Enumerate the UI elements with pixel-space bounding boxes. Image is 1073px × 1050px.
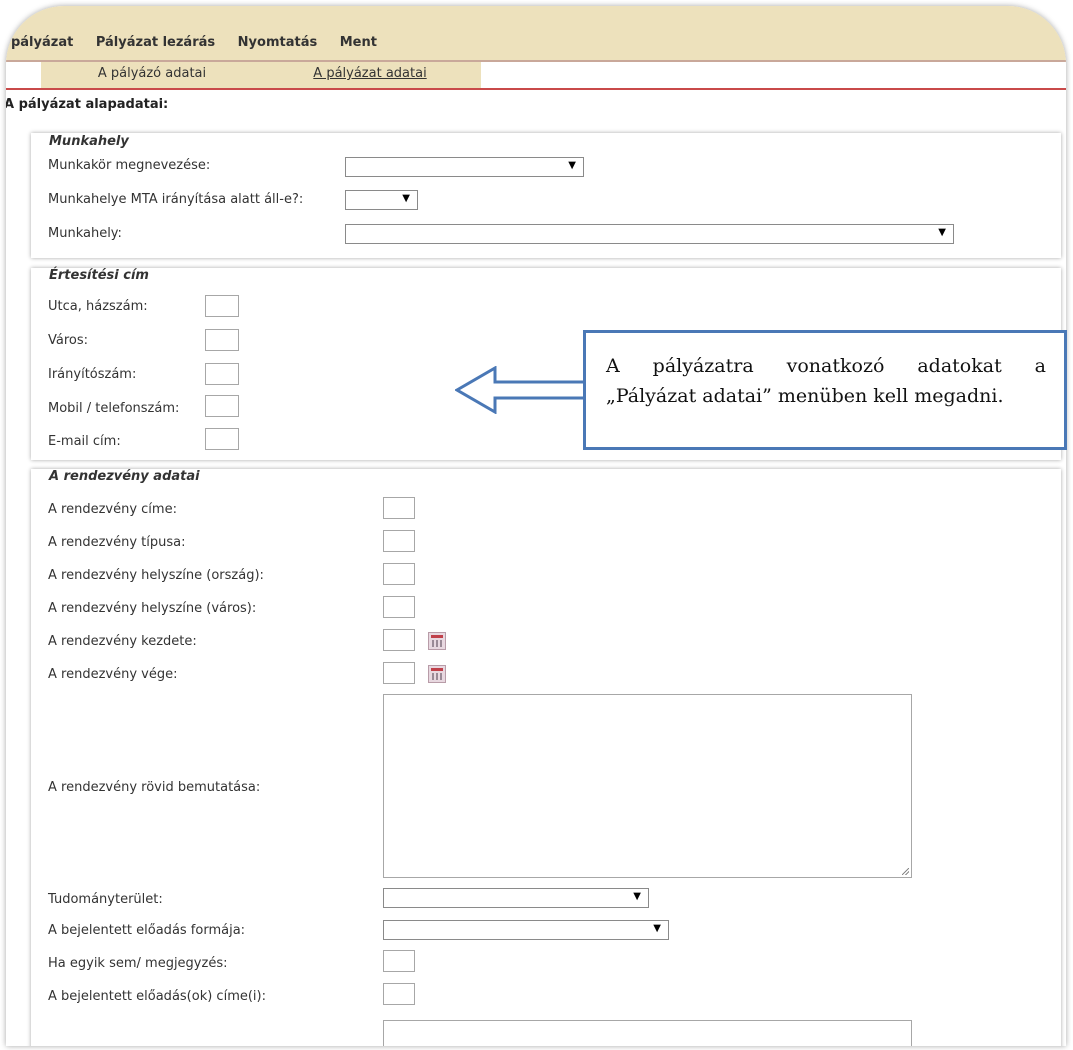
chevron-down-icon: ▼ [938,227,946,238]
eloadas-cime-input[interactable] [383,983,415,1005]
chevron-down-icon: ▼ [568,160,576,171]
label-tudomanyterulet: Tudományterület: [48,892,163,907]
label-rovid-bemutatas: A rendezvény rövid bemutatása: [48,780,261,795]
fieldset-munkahely: Munkahely Munkakör megnevezése: ▼ Munkah… [31,133,1061,258]
tab-palyazat-adatai[interactable]: A pályázat adatai [259,62,481,88]
label-munkakor: Munkakör megnevezése: [48,158,211,173]
chevron-down-icon: ▼ [633,891,641,902]
callout-line-2: „Pályázat adatai” menüben kell megadni. [606,385,1004,407]
label-megjegyzes: Ha egyik sem/ megjegyzés: [48,956,228,971]
legend-munkahely: Munkahely [49,134,129,149]
menu-bar: j pályázat Pályázat lezárás Nyomtatás Me… [6,6,1066,62]
label-vege: A rendezvény vége: [48,667,178,682]
tab-bar: A pályázó adatai A pályázat adatai [6,62,1066,90]
instruction-callout: A pályázatra vonatkozó adatokat a „Pályá… [583,330,1067,450]
utca-input[interactable] [205,295,239,317]
helyszin-varos-input[interactable] [383,596,415,618]
legend-rendezveny: A rendezvény adatai [49,469,200,484]
calendar-icon[interactable] [428,665,446,683]
kezdete-input[interactable] [383,629,415,651]
eloadas-cime-textarea[interactable] [383,1020,912,1046]
callout-word: vonatkozó [786,355,885,377]
mta-iranyitas-select[interactable]: ▼ [345,190,418,210]
fieldset-rendezveny: A rendezvény adatai A rendezvény címe: A… [31,469,1061,1046]
email-input[interactable] [205,428,239,450]
label-helyszin-orszag: A rendezvény helyszíne (ország): [48,568,264,583]
callout-word: pályázatra [652,355,754,377]
calendar-icon[interactable] [428,632,446,650]
rendezveny-cime-input[interactable] [383,497,415,519]
tab-palyazo-adatai[interactable]: A pályázó adatai [41,62,263,88]
label-rendezveny-cime: A rendezvény címe: [48,502,177,517]
menu-nyomtatas[interactable]: Nyomtatás [238,35,318,50]
label-eloadas-cime: A bejelentett előadás(ok) címe(i): [48,989,266,1004]
menu-items: j pályázat Pályázat lezárás Nyomtatás Me… [6,35,395,50]
label-mta-iranyitas: Munkahelye MTA irányítása alatt áll-e?: [48,192,304,207]
resize-grip-icon[interactable] [902,868,909,875]
chevron-down-icon: ▼ [653,923,661,934]
label-rendezveny-tipusa: A rendezvény típusa: [48,535,186,550]
menu-uj-palyazat[interactable]: j pályázat [6,35,73,50]
browser-frame: j pályázat Pályázat lezárás Nyomtatás Me… [6,6,1066,1046]
left-arrow-icon [455,366,589,414]
label-email: E-mail cím: [48,434,121,449]
legend-ertesitesi: Értesítési cím [49,268,149,283]
label-eloadas-formaja: A bejelentett előadás formája: [48,923,246,938]
label-telefon: Mobil / telefonszám: [48,401,180,416]
section-title: A pályázat alapadatai: [6,97,169,112]
callout-word: A [606,355,620,377]
vege-input[interactable] [383,662,415,684]
telefon-input[interactable] [205,395,239,417]
rendezveny-tipusa-input[interactable] [383,530,415,552]
munkahely-select[interactable]: ▼ [345,224,954,244]
callout-word: adatokat [917,355,1002,377]
chevron-down-icon: ▼ [402,193,410,204]
callout-line-1: A pályázatra vonatkozó adatokat a [606,351,1046,381]
label-utca: Utca, házszám: [48,299,148,314]
tudomanyterulet-select[interactable]: ▼ [383,888,649,908]
varos-input[interactable] [205,329,239,351]
rovid-bemutatas-textarea[interactable] [383,694,912,878]
helyszin-orszag-input[interactable] [383,563,415,585]
label-varos: Város: [48,333,89,348]
megjegyzes-input[interactable] [383,950,415,972]
menu-palyazat-lezaras[interactable]: Pályázat lezárás [96,35,215,50]
iranyitoszam-input[interactable] [205,363,239,385]
label-helyszin-varos: A rendezvény helyszíne (város): [48,601,257,616]
munkakor-select[interactable]: ▼ [345,157,584,177]
label-iranyitoszam: Irányítószám: [48,367,137,382]
callout-word: a [1034,355,1046,377]
eloadas-formaja-select[interactable]: ▼ [383,920,669,940]
label-kezdete: A rendezvény kezdete: [48,634,197,649]
label-munkahely: Munkahely: [48,226,122,241]
menu-ment[interactable]: Ment [340,35,377,50]
